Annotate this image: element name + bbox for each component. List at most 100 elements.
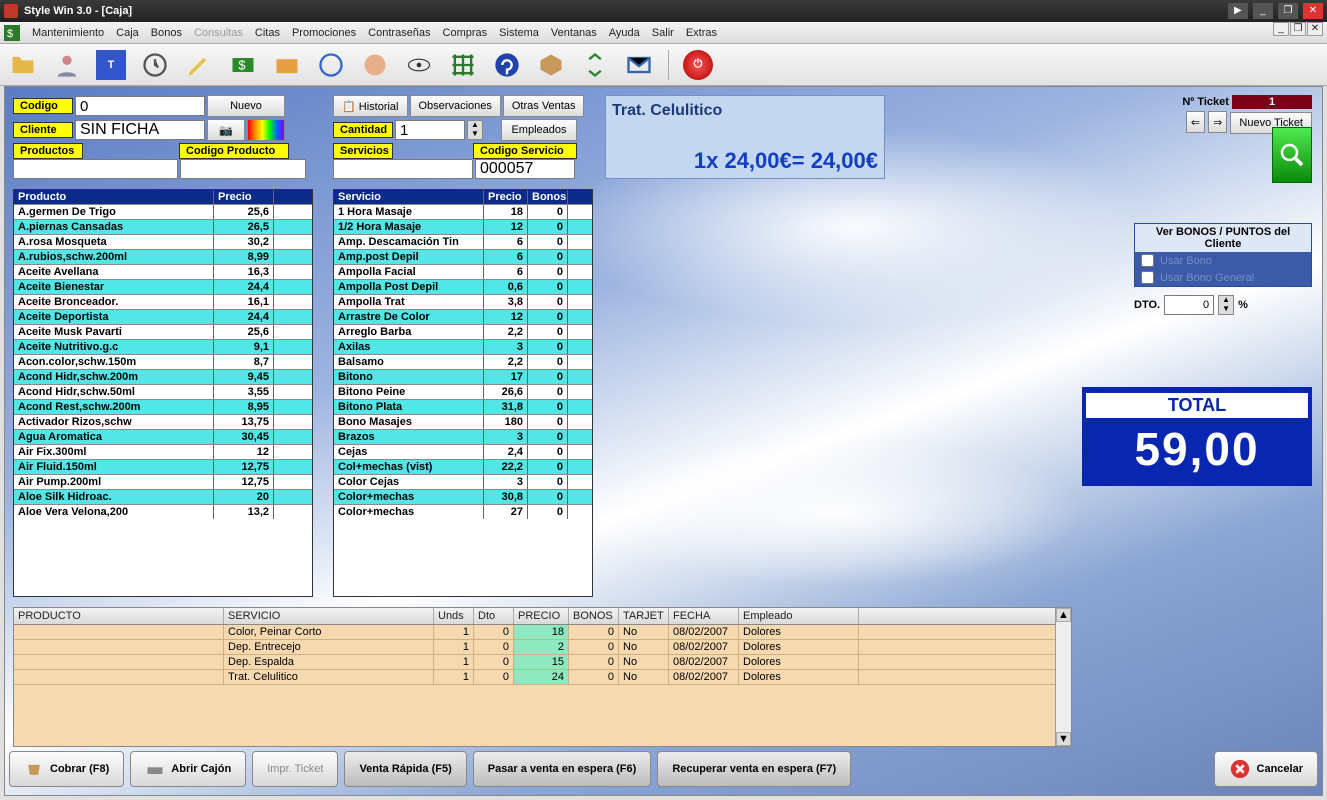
otras-ventas-button[interactable]: Otras Ventas bbox=[503, 95, 585, 117]
table-row[interactable]: Aceite Avellana16,3 bbox=[14, 264, 312, 279]
productos-body[interactable]: A.germen De Trigo25,6A.piernas Cansadas2… bbox=[14, 204, 312, 594]
recycle-icon[interactable] bbox=[580, 50, 610, 80]
table-row[interactable]: Axilas30 bbox=[334, 339, 592, 354]
table-row[interactable]: Air Fix.300ml12 bbox=[14, 444, 312, 459]
folder-icon[interactable] bbox=[8, 50, 38, 80]
cart-hdr[interactable]: SERVICIO bbox=[224, 608, 434, 624]
clock-icon[interactable] bbox=[140, 50, 170, 80]
table-row[interactable]: Balsamo2,20 bbox=[334, 354, 592, 369]
table-row[interactable]: Amp. Descamación Tin60 bbox=[334, 234, 592, 249]
table-row[interactable]: Ampolla Trat3,80 bbox=[334, 294, 592, 309]
camera-button[interactable]: 📷 bbox=[207, 119, 245, 141]
table-row[interactable]: Brazos30 bbox=[334, 429, 592, 444]
cart-hdr[interactable]: FECHA bbox=[669, 608, 739, 624]
menu-citas[interactable]: Citas bbox=[255, 27, 280, 39]
eye-icon[interactable] bbox=[404, 50, 434, 80]
table-row[interactable]: Color+mechas270 bbox=[334, 504, 592, 519]
play-icon[interactable]: ▶ bbox=[1228, 3, 1248, 19]
srv-hdr-bonos[interactable]: Bonos bbox=[528, 190, 568, 204]
maximize-button[interactable]: ❐ bbox=[1278, 3, 1298, 19]
prod-hdr-price[interactable]: Precio bbox=[214, 190, 274, 204]
table-row[interactable]: Bitono Plata31,80 bbox=[334, 399, 592, 414]
clock2-icon[interactable] bbox=[316, 50, 346, 80]
cantidad-input[interactable] bbox=[395, 120, 465, 140]
key-icon[interactable] bbox=[492, 50, 522, 80]
producto-search-input[interactable] bbox=[13, 159, 178, 179]
table-row[interactable]: A.germen De Trigo25,6 bbox=[14, 204, 312, 219]
menu-contraseñas[interactable]: Contraseñas bbox=[368, 27, 430, 39]
grid-icon[interactable] bbox=[448, 50, 478, 80]
table-row[interactable]: Air Fluid.150ml12,75 bbox=[14, 459, 312, 474]
menu-ventanas[interactable]: Ventanas bbox=[551, 27, 597, 39]
nuevo-button[interactable]: Nuevo bbox=[207, 95, 285, 117]
cart-row[interactable]: Color, Peinar Corto10180No08/02/2007Dolo… bbox=[14, 625, 1071, 640]
cliente-input[interactable] bbox=[75, 120, 205, 140]
dto-input[interactable] bbox=[1164, 295, 1214, 315]
cart-row[interactable]: Trat. Celulitico10240No08/02/2007Dolores bbox=[14, 670, 1071, 685]
text-icon[interactable]: T bbox=[96, 50, 126, 80]
historial-button[interactable]: 📋 Historial bbox=[333, 95, 408, 117]
minimize-button[interactable]: _ bbox=[1253, 3, 1273, 19]
ver-bonos-button[interactable]: Ver BONOS / PUNTOS del Cliente bbox=[1135, 224, 1311, 252]
table-row[interactable]: Activador Rizos,schw13,75 bbox=[14, 414, 312, 429]
menu-mantenimiento[interactable]: Mantenimiento bbox=[32, 27, 104, 39]
table-row[interactable]: Aceite Nutritivo.g.c9,1 bbox=[14, 339, 312, 354]
user-icon[interactable] bbox=[52, 50, 82, 80]
table-row[interactable]: Arreglo Barba2,20 bbox=[334, 324, 592, 339]
cart-row[interactable]: Dep. Entrecejo1020No08/02/2007Dolores bbox=[14, 640, 1071, 655]
menu-consultas[interactable]: Consultas bbox=[194, 27, 243, 39]
table-row[interactable]: Acond Hidr,schw.50ml3,55 bbox=[14, 384, 312, 399]
srv-hdr-name[interactable]: Servicio bbox=[334, 190, 484, 204]
impr-ticket-button[interactable]: Impr. Ticket bbox=[252, 751, 338, 787]
table-row[interactable]: A.piernas Cansadas26,5 bbox=[14, 219, 312, 234]
menu-salir[interactable]: Salir bbox=[652, 27, 674, 39]
codigo-servicio-input[interactable] bbox=[475, 159, 575, 179]
codigo-producto-input[interactable] bbox=[180, 159, 306, 179]
table-row[interactable]: Ampolla Facial60 bbox=[334, 264, 592, 279]
cart-hdr[interactable]: BONOS bbox=[569, 608, 619, 624]
cart-row[interactable]: Dep. Espalda10150No08/02/2007Dolores bbox=[14, 655, 1071, 670]
abrir-cajon-button[interactable]: Abrir Cajón bbox=[130, 751, 246, 787]
table-row[interactable]: A.rubios,schw.200ml8,99 bbox=[14, 249, 312, 264]
table-row[interactable]: A.rosa Mosqueta30,2 bbox=[14, 234, 312, 249]
servicios-body[interactable]: 1 Hora Masaje1801/2 Hora Masaje120Amp. D… bbox=[334, 204, 592, 594]
table-row[interactable]: Aceite Deportista24,4 bbox=[14, 309, 312, 324]
ticket-next-button[interactable]: ⇒ bbox=[1208, 111, 1227, 133]
cart-hdr[interactable]: Empleado bbox=[739, 608, 859, 624]
table-row[interactable]: Acon.color,schw.150m8,7 bbox=[14, 354, 312, 369]
face-icon[interactable] bbox=[360, 50, 390, 80]
menu-promociones[interactable]: Promociones bbox=[292, 27, 356, 39]
table-row[interactable]: Arrastre De Color120 bbox=[334, 309, 592, 324]
menu-extras[interactable]: Extras bbox=[686, 27, 717, 39]
table-row[interactable]: Bitono Peine26,60 bbox=[334, 384, 592, 399]
mail-icon[interactable] bbox=[624, 50, 654, 80]
table-row[interactable]: Amp.post Depil60 bbox=[334, 249, 592, 264]
cancelar-button[interactable]: Cancelar bbox=[1214, 751, 1318, 787]
ticket-prev-button[interactable]: ⇐ bbox=[1186, 111, 1205, 133]
card-icon[interactable] bbox=[272, 50, 302, 80]
cart-hdr[interactable]: Dto bbox=[474, 608, 514, 624]
pasar-espera-button[interactable]: Pasar a venta en espera (F6) bbox=[473, 751, 652, 787]
cobrar-button[interactable]: Cobrar (F8) bbox=[9, 751, 124, 787]
cart-hdr[interactable]: PRECIO bbox=[514, 608, 569, 624]
table-row[interactable]: Bitono170 bbox=[334, 369, 592, 384]
cart-hdr[interactable]: Unds bbox=[434, 608, 474, 624]
close-button[interactable]: ✕ bbox=[1303, 3, 1323, 19]
prod-hdr-name[interactable]: Producto bbox=[14, 190, 214, 204]
table-row[interactable]: Bono Masajes1800 bbox=[334, 414, 592, 429]
big-search-button[interactable] bbox=[1272, 127, 1312, 183]
table-row[interactable]: Aceite Bienestar24,4 bbox=[14, 279, 312, 294]
table-row[interactable]: Aloe Silk Hidroac.20 bbox=[14, 489, 312, 504]
table-row[interactable]: Ampolla Post Depil0,60 bbox=[334, 279, 592, 294]
menu-caja[interactable]: Caja bbox=[116, 27, 139, 39]
table-row[interactable]: Cejas2,40 bbox=[334, 444, 592, 459]
table-row[interactable]: Color+mechas30,80 bbox=[334, 489, 592, 504]
menu-sistema[interactable]: Sistema bbox=[499, 27, 539, 39]
usar-bono-gen-check[interactable]: Usar Bono General bbox=[1135, 269, 1311, 286]
servicio-search-input[interactable] bbox=[333, 159, 473, 179]
cart-hdr[interactable]: TARJET bbox=[619, 608, 669, 624]
menu-compras[interactable]: Compras bbox=[443, 27, 488, 39]
cantidad-spinner[interactable]: ▲▼ bbox=[467, 120, 483, 140]
codigo-input[interactable] bbox=[75, 96, 205, 116]
cart-scrollbar[interactable]: ▲▼ bbox=[1055, 608, 1071, 746]
